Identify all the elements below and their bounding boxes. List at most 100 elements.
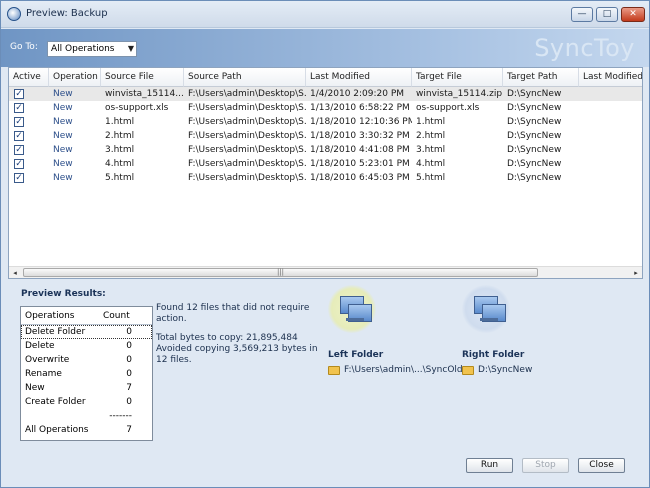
close-window-button[interactable]: ✕	[621, 7, 645, 22]
results-summary: Found 12 files that did not require acti…	[156, 303, 326, 366]
target-file-cell: os-support.xls	[416, 103, 480, 113]
list-item[interactable]: Delete Folder 0	[21, 325, 152, 339]
target-path-cell: D:\SyncNew	[507, 131, 562, 141]
target-file-cell: 5.html	[416, 173, 446, 183]
synctoy-app-icon	[7, 7, 21, 21]
summary-bytes-to-copy: Total bytes to copy: 21,895,484	[156, 333, 298, 343]
column-header-active[interactable]: Active	[9, 68, 49, 87]
source-file-cell: os-support.xls	[105, 103, 169, 113]
column-header-target-file[interactable]: Target File	[412, 68, 503, 87]
last-modified-cell: 1/18/2010 6:45:03 PM	[310, 173, 410, 183]
operation-cell: New	[53, 103, 73, 113]
operation-count: 0	[126, 341, 132, 351]
operation-name: Overwrite	[25, 355, 70, 365]
operation-count: 0	[126, 327, 132, 337]
target-path-cell: D:\SyncNew	[507, 103, 562, 113]
operation-count: 0	[126, 369, 132, 379]
last-modified-cell: 1/18/2010 3:30:32 PM	[310, 131, 410, 141]
column-header-source-path[interactable]: Source Path	[184, 68, 306, 87]
last-modified-cell: 1/18/2010 5:23:01 PM	[310, 159, 410, 169]
last-modified-cell: 1/18/2010 4:41:08 PM	[310, 145, 410, 155]
table-row[interactable]: ✓ New winvista_15114.... F:\Users\admin\…	[9, 87, 642, 101]
column-header-last-modified[interactable]: Last Modified	[306, 68, 412, 87]
table-row[interactable]: ✓ New 3.html F:\Users\admin\Desktop\S...…	[9, 143, 642, 157]
last-modified-cell: 1/4/2010 2:09:20 PM	[310, 89, 405, 99]
preview-window: Preview: Backup — □ ✕ Go To: All Operati…	[0, 0, 650, 488]
target-file-cell: winvista_15114.zip	[416, 89, 503, 99]
operation-count: 7	[126, 425, 132, 435]
last-modified-cell: 1/18/2010 12:10:36 PM	[310, 117, 412, 127]
source-path-cell: F:\Users\admin\Desktop\S...	[188, 117, 306, 127]
column-header-operation[interactable]: Operation	[49, 68, 101, 87]
scroll-left-icon[interactable]: ◂	[9, 267, 21, 279]
run-button[interactable]: Run	[466, 458, 513, 473]
column-header-target-last-modified[interactable]: Last Modified	[579, 68, 642, 87]
target-file-cell: 4.html	[416, 159, 446, 169]
list-item[interactable]: Delete 0	[21, 339, 152, 353]
target-path-cell: D:\SyncNew	[507, 145, 562, 155]
computers-icon	[462, 285, 510, 333]
source-path-cell: F:\Users\admin\Desktop\S...	[188, 145, 306, 155]
stand-icon	[480, 318, 498, 321]
right-folder-title: Right Folder	[462, 350, 525, 360]
operation-cell: New	[53, 131, 73, 141]
source-path-cell: F:\Users\admin\Desktop\S...	[188, 159, 306, 169]
table-row[interactable]: ✓ New 1.html F:\Users\admin\Desktop\S...…	[9, 115, 642, 129]
folder-icon	[462, 366, 474, 375]
minimize-button[interactable]: —	[571, 7, 593, 22]
list-item[interactable]: Rename 0	[21, 367, 152, 381]
right-folder-path[interactable]: D:\SyncNew	[478, 365, 532, 375]
source-file-cell: winvista_15114....	[105, 89, 184, 99]
source-file-cell: 4.html	[105, 159, 135, 169]
active-checkbox[interactable]: ✓	[14, 89, 24, 99]
operations-header: Operations	[25, 311, 75, 321]
table-row[interactable]: ✓ New os-support.xls F:\Users\admin\Desk…	[9, 101, 642, 115]
folder-icon	[328, 366, 340, 375]
table-row[interactable]: ✓ New 4.html F:\Users\admin\Desktop\S...…	[9, 157, 642, 171]
title-bar: Preview: Backup — □ ✕	[1, 1, 649, 28]
list-item[interactable]: All Operations 7	[21, 423, 152, 437]
operation-name: Delete	[25, 341, 55, 351]
goto-selected-value: All Operations	[51, 44, 115, 54]
left-folder-path[interactable]: F:\Users\admin\...\SyncOld	[344, 365, 463, 375]
chevron-down-icon: ▼	[127, 44, 134, 53]
source-path-cell: F:\Users\admin\Desktop\S...	[188, 89, 306, 99]
list-item[interactable]: Create Folder 0	[21, 395, 152, 409]
active-checkbox[interactable]: ✓	[14, 173, 24, 183]
source-path-cell: F:\Users\admin\Desktop\S...	[188, 173, 306, 183]
goto-dropdown[interactable]: All Operations ▼	[47, 41, 137, 57]
goto-label: Go To:	[10, 42, 38, 52]
active-checkbox[interactable]: ✓	[14, 159, 24, 169]
list-item[interactable]: New 7	[21, 381, 152, 395]
column-header-target-path[interactable]: Target Path	[503, 68, 579, 87]
active-checkbox[interactable]: ✓	[14, 131, 24, 141]
close-button[interactable]: Close	[578, 458, 625, 473]
table-row[interactable]: ✓ New 5.html F:\Users\admin\Desktop\S...…	[9, 171, 642, 185]
synctoy-logo: SyncToy	[534, 34, 635, 62]
scroll-thumb[interactable]: |||	[23, 268, 538, 277]
active-checkbox[interactable]: ✓	[14, 117, 24, 127]
operation-count: -------	[109, 411, 132, 421]
source-file-cell: 5.html	[105, 173, 135, 183]
stop-button[interactable]: Stop	[522, 458, 569, 473]
target-path-cell: D:\SyncNew	[507, 159, 562, 169]
target-path-cell: D:\SyncNew	[507, 173, 562, 183]
operation-count: 7	[126, 383, 132, 393]
source-path-cell: F:\Users\admin\Desktop\S...	[188, 103, 306, 113]
table-row[interactable]: ✓ New 2.html F:\Users\admin\Desktop\S...…	[9, 129, 642, 143]
last-modified-cell: 1/13/2010 6:58:22 PM	[310, 103, 410, 113]
operation-cell: New	[53, 89, 73, 99]
maximize-button[interactable]: □	[596, 7, 618, 22]
scroll-right-icon[interactable]: ▸	[630, 267, 642, 279]
target-path-cell: D:\SyncNew	[507, 89, 562, 99]
summary-skipped: Found 12 files that did not require acti…	[156, 303, 310, 324]
list-item[interactable]: Overwrite 0	[21, 353, 152, 367]
operation-count: 0	[126, 397, 132, 407]
active-checkbox[interactable]: ✓	[14, 145, 24, 155]
source-file-cell: 2.html	[105, 131, 135, 141]
column-header-source-file[interactable]: Source File	[101, 68, 184, 87]
active-checkbox[interactable]: ✓	[14, 103, 24, 113]
operation-name: All Operations	[25, 425, 89, 435]
horizontal-scrollbar[interactable]: ◂ ||| ▸	[9, 266, 642, 278]
source-file-cell: 3.html	[105, 145, 135, 155]
